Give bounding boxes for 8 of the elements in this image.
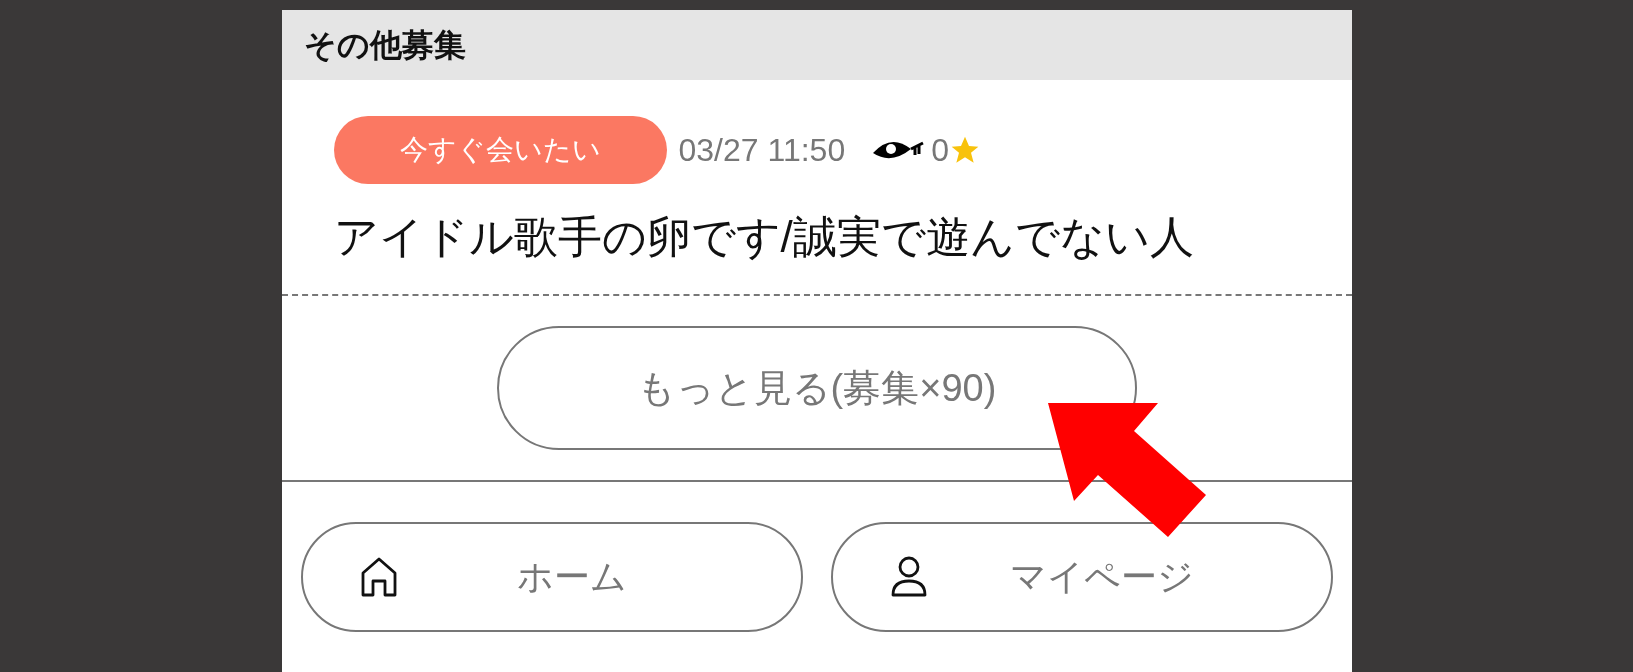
nav-button[interactable]: ホーム [300, 522, 803, 632]
more-button[interactable]: もっと見る(募集×90) [496, 326, 1137, 450]
post-time: 03/27 11:50 [678, 131, 846, 170]
view-count: 0 [931, 131, 949, 170]
tag: 今すぐ会いたい [333, 116, 667, 184]
section-title: その他募集 [303, 26, 466, 65]
post-title[interactable]: アイドル歌手の卵です/誠実で遊んでない人 [333, 204, 1300, 270]
nav-button[interactable]: マイページ [830, 522, 1333, 632]
